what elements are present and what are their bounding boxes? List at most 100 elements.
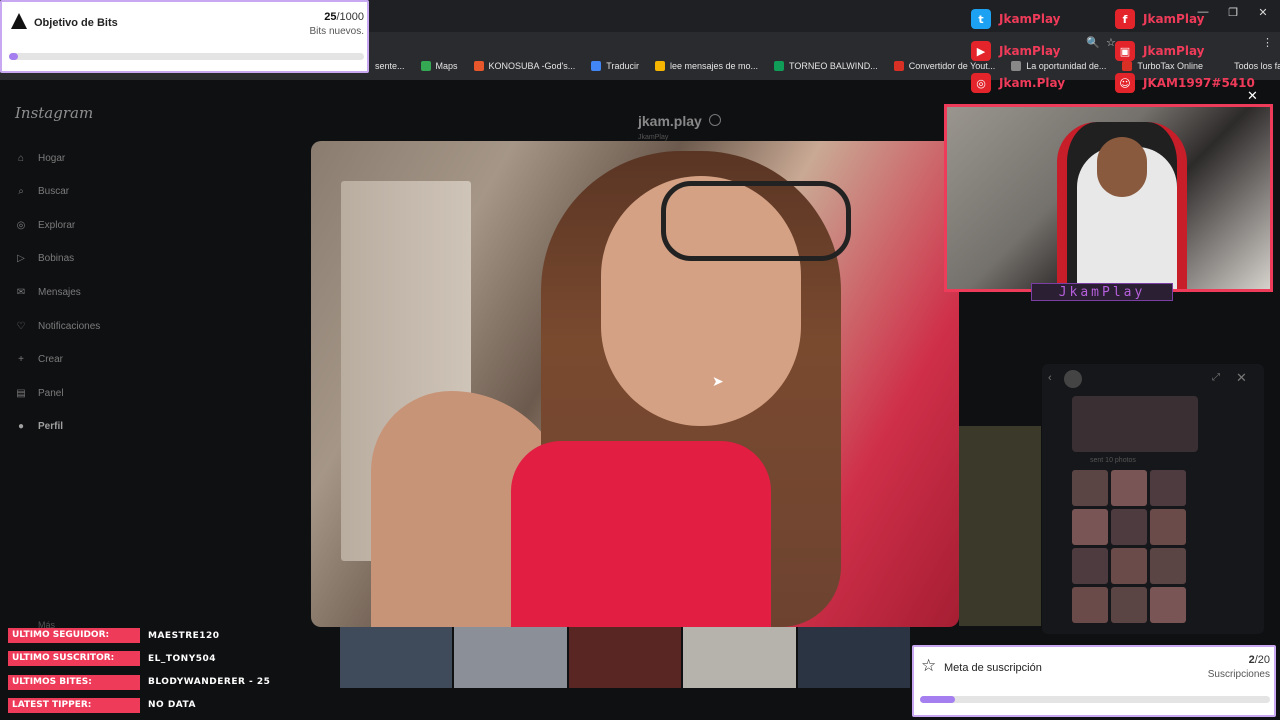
streamer-head bbox=[1097, 137, 1147, 197]
bookmark-icon bbox=[774, 61, 785, 71]
bookmark-icon bbox=[591, 61, 602, 71]
sidebar-item-label: Hogar bbox=[38, 152, 66, 164]
social-handle: JkamPlay bbox=[999, 44, 1061, 58]
bookmark-label: KONOSUBA -God's... bbox=[488, 61, 576, 71]
sidebar-item-label: Perfil bbox=[38, 421, 64, 433]
photo-thumbnail[interactable] bbox=[1072, 470, 1108, 506]
bits-progress-bar bbox=[9, 53, 364, 60]
social-link[interactable]: t JkamPlay bbox=[971, 9, 1061, 29]
subs-progress-bar bbox=[920, 696, 1270, 703]
back-icon[interactable]: ‹ bbox=[1048, 372, 1052, 384]
sidebar-item-panel[interactable]: ▤ Panel bbox=[14, 386, 64, 400]
twitter-icon: t bbox=[971, 9, 991, 29]
stat-value: NO DATA bbox=[148, 700, 196, 711]
instagram-logo[interactable]: Instagram bbox=[15, 104, 93, 122]
settings-icon[interactable] bbox=[709, 114, 721, 126]
sidebar-item-notificaciones[interactable]: ♡ Notificaciones bbox=[14, 319, 101, 333]
bookmark-label: Maps bbox=[435, 61, 458, 71]
grid-item[interactable] bbox=[454, 627, 567, 688]
social-handle: JkamPlay bbox=[1143, 12, 1205, 26]
bits-gem-icon bbox=[11, 13, 27, 29]
bits-goal-title: Objetivo de Bits bbox=[34, 17, 118, 29]
social-link[interactable]: ◎ Jkam.Play bbox=[971, 73, 1065, 93]
heart-icon: ♡ bbox=[16, 320, 26, 332]
grid-item[interactable] bbox=[568, 627, 682, 688]
webcam-feed bbox=[944, 104, 1273, 292]
social-link[interactable]: ▶ JkamPlay bbox=[971, 41, 1061, 61]
social-handle: Jkam.Play bbox=[999, 76, 1066, 90]
social-link[interactable]: ▣ JkamPlay bbox=[1115, 41, 1205, 61]
photo-shirt bbox=[511, 441, 771, 627]
sidebar-item-label: Bobinas bbox=[38, 253, 75, 265]
close-dm-icon[interactable]: ✕ bbox=[1236, 370, 1247, 386]
photo-thumbnail[interactable] bbox=[1150, 470, 1186, 506]
facebook-icon: f bbox=[1115, 9, 1135, 29]
stat-value: BLODYWANDERER - 25 bbox=[148, 677, 271, 688]
photo-thumbnail[interactable] bbox=[1111, 509, 1147, 545]
dm-panel: ‹ ⤢ ✕ sent 10 photos bbox=[1042, 364, 1264, 634]
bookmark-item[interactable]: Maps bbox=[420, 61, 458, 71]
photo-thumbnail[interactable] bbox=[1111, 470, 1147, 506]
profile-username: jkam.play bbox=[638, 113, 702, 129]
dm-image[interactable] bbox=[1072, 396, 1198, 452]
avatar[interactable] bbox=[1064, 370, 1082, 388]
photo-thumbnail[interactable] bbox=[1072, 509, 1108, 545]
photo-thumbnail[interactable] bbox=[1111, 587, 1147, 623]
sidebar-item-hogar[interactable]: ⌂ Hogar bbox=[14, 151, 65, 165]
sidebar-item-crear[interactable]: + Crear bbox=[14, 353, 63, 367]
photo-thumbnail[interactable] bbox=[1072, 548, 1108, 584]
sidebar-item-perfil[interactable]: ● Perfil bbox=[14, 420, 63, 434]
grid-item[interactable] bbox=[340, 627, 453, 688]
stat-label: ULTIMOS BITES: bbox=[8, 674, 140, 690]
post-photo[interactable] bbox=[311, 141, 959, 627]
close-icon[interactable]: ✕ bbox=[1247, 88, 1258, 104]
sidebar-item-bobinas[interactable]: ▷ Bobinas bbox=[14, 252, 74, 266]
social-links: t JkamPlay f JkamPlay ▶ JkamPlay ▣ JkamPlay ◎ Jka… bbox=[968, 6, 1280, 102]
bookmark-item[interactable]: Traducir bbox=[591, 61, 639, 71]
reels-icon: ▷ bbox=[17, 253, 25, 265]
grid-item[interactable] bbox=[683, 627, 796, 688]
photo-thumbnail[interactable] bbox=[1072, 587, 1108, 623]
grid-item[interactable] bbox=[797, 627, 911, 688]
stat-label: ULTIMO SEGUIDOR: bbox=[8, 628, 140, 643]
sidebar-item-label: Crear bbox=[38, 354, 64, 366]
bookmark-icon bbox=[893, 61, 904, 71]
photo-thumbnail[interactable] bbox=[1150, 548, 1186, 584]
photo-thumbnail[interactable] bbox=[1150, 587, 1186, 623]
expand-icon[interactable]: ⤢ bbox=[1212, 372, 1220, 383]
social-handle: JkamPlay bbox=[999, 12, 1061, 26]
subs-goal-subtitle: Suscripciones bbox=[1207, 669, 1270, 680]
bookmark-item[interactable]: KONOSUBA -God's... bbox=[473, 61, 576, 71]
bookmark-item[interactable]: lee mensajes de mo... bbox=[654, 61, 758, 71]
sidebar-item-mensajes[interactable]: ✉ Mensajes bbox=[14, 285, 81, 299]
stat-value: EL_TONY504 bbox=[148, 653, 217, 664]
photo-thumbnail[interactable] bbox=[1111, 548, 1147, 584]
webcam-name-tag: JkamPlay bbox=[1031, 283, 1173, 301]
sidebar-item-explorar[interactable]: ◎ Explorar bbox=[14, 218, 76, 232]
bits-goal-subtitle: Bits nuevos. bbox=[309, 26, 364, 37]
instagram-icon: ◎ bbox=[971, 73, 991, 93]
bits-goal-count: 25/1000 bbox=[324, 11, 364, 23]
social-link[interactable]: ☺ JKAM1997#5410 bbox=[1115, 73, 1255, 93]
youtube-icon: ▶ bbox=[971, 41, 991, 61]
sidebar-item-buscar[interactable]: ⌕ Buscar bbox=[14, 185, 69, 199]
sent-photos-label: sent 10 photos bbox=[1090, 457, 1136, 464]
explore-icon: ◎ bbox=[16, 219, 26, 231]
bits-goal-widget: Objetivo de Bits 25/1000 Bits nuevos. bbox=[0, 0, 369, 73]
sidebar-item-label: Panel bbox=[38, 387, 64, 399]
reel-preview[interactable] bbox=[959, 426, 1041, 626]
stat-label: LATEST TIPPER: bbox=[8, 697, 140, 713]
social-link[interactable]: f JkamPlay bbox=[1115, 9, 1205, 29]
mouse-cursor-icon: ➤ bbox=[712, 373, 724, 389]
bookmark-item[interactable]: TORNEO BALWIND... bbox=[774, 61, 878, 71]
star-icon: ☆ bbox=[921, 656, 937, 675]
photo-thumbnail[interactable] bbox=[1150, 509, 1186, 545]
stream-stat: ULTIMOS BITES: BLODYWANDERER - 25 bbox=[8, 674, 271, 690]
bits-progress-fill bbox=[9, 53, 18, 60]
photo-glasses bbox=[661, 181, 851, 261]
stream-stat: ULTIMO SUSCRITOR: EL_TONY504 bbox=[8, 651, 217, 667]
sidebar-item-label: Notificaciones bbox=[38, 320, 101, 332]
stream-stat: LATEST TIPPER: NO DATA bbox=[8, 697, 196, 713]
subs-goal-widget: ☆ Meta de suscripción 2/20 Suscripciones bbox=[912, 645, 1276, 717]
sidebar-item-label: Explorar bbox=[38, 219, 76, 231]
